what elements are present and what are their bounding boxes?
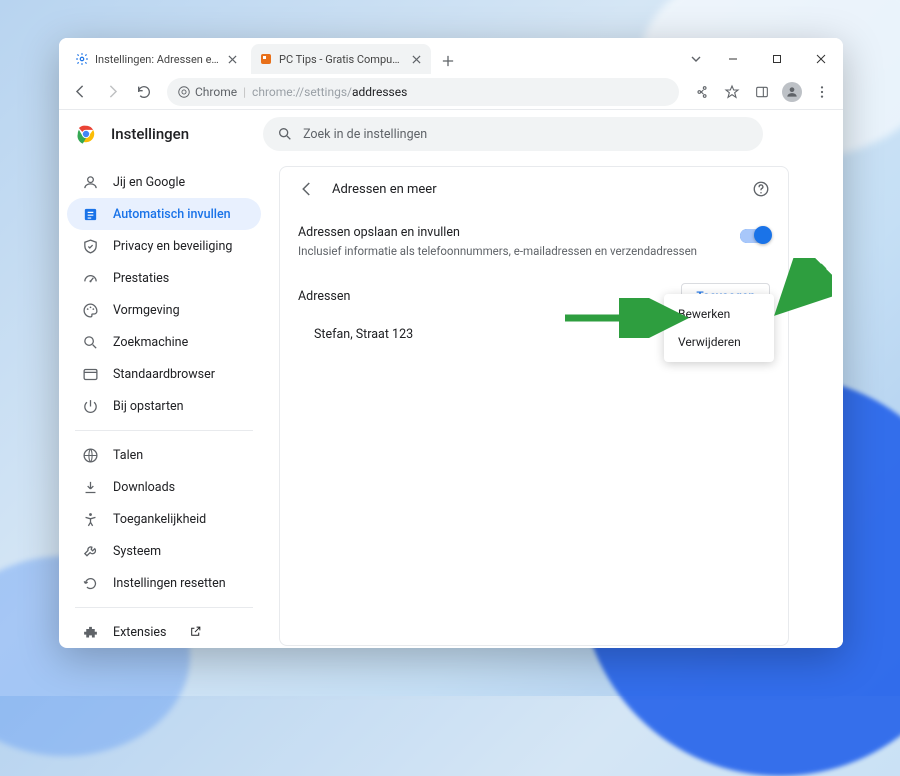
palette-icon xyxy=(81,301,99,319)
sidebar-item-label: Downloads xyxy=(113,480,175,495)
help-icon[interactable] xyxy=(748,176,774,202)
sidebar-item-label: Standaardbrowser xyxy=(113,367,215,382)
sidebar-item-standaardbrowser[interactable]: Standaardbrowser xyxy=(67,358,261,390)
shield-icon xyxy=(81,237,99,255)
sidebar-item-systeem[interactable]: Systeem xyxy=(67,535,261,567)
toolbar: Chrome | chrome://settings/addresses xyxy=(59,74,843,110)
save-fill-subtitle: Inclusief informatie als telefoonnummers… xyxy=(298,243,728,259)
sidebar-item-jij-en-google[interactable]: Jij en Google xyxy=(67,166,261,198)
sidebar-item-label: Extensies xyxy=(113,625,167,640)
minimize-button[interactable] xyxy=(711,44,755,74)
sidebar-item-zoekmachine[interactable]: Zoekmachine xyxy=(67,326,261,358)
address-context-menu: Bewerken Verwijderen xyxy=(664,294,774,362)
close-icon[interactable] xyxy=(225,52,239,66)
titlebar: Instellingen: Adressen en meer PC Tips -… xyxy=(59,38,843,74)
sidebar-item-label: Automatisch invullen xyxy=(113,207,231,222)
reload-button[interactable] xyxy=(129,77,159,107)
browser-icon xyxy=(81,365,99,383)
sidebar-item-label: Talen xyxy=(113,448,143,463)
sidebar-item-label: Prestaties xyxy=(113,271,169,286)
sidebar-item-label: Toegankelijkheid xyxy=(113,512,206,527)
tab-title: Instellingen: Adressen en meer xyxy=(95,53,219,66)
sidebar-item-label: Instellingen resetten xyxy=(113,576,226,591)
menu-icon[interactable] xyxy=(807,77,837,107)
share-icon[interactable] xyxy=(687,77,717,107)
sidebar-item-bij-opstarten[interactable]: Bij opstarten xyxy=(67,390,261,422)
chrome-logo-icon xyxy=(75,123,97,145)
sidebar-item-toegankelijkheid[interactable]: Toegankelijkheid xyxy=(67,503,261,535)
download-icon xyxy=(81,478,99,496)
browser-window: Instellingen: Adressen en meer PC Tips -… xyxy=(59,38,843,648)
save-and-fill-section: Adressen opslaan en invullen Inclusief i… xyxy=(280,211,788,273)
addresses-label: Adressen xyxy=(298,289,681,304)
globe-icon xyxy=(81,446,99,464)
bookmark-icon[interactable] xyxy=(717,77,747,107)
card-header: Adressen en meer xyxy=(280,167,788,211)
url-text: chrome://settings/addresses xyxy=(252,85,407,99)
settings-title: Instellingen xyxy=(111,125,189,143)
side-panel-icon[interactable] xyxy=(747,77,777,107)
wrench-icon xyxy=(81,542,99,560)
menu-item-delete[interactable]: Verwijderen xyxy=(664,328,774,356)
menu-item-edit[interactable]: Bewerken xyxy=(664,300,774,328)
sidebar-item-label: Jij en Google xyxy=(113,175,185,190)
external-link-icon xyxy=(189,625,203,639)
reset-icon xyxy=(81,574,99,592)
sidebar-item-talen[interactable]: Talen xyxy=(67,439,261,471)
page-title: Adressen en meer xyxy=(332,182,736,197)
settings-card: Adressen en meer Adressen opslaan en inv… xyxy=(279,166,789,646)
forward-button[interactable] xyxy=(97,77,127,107)
new-tab-button[interactable] xyxy=(435,48,461,74)
sidebar-item-automatisch-invullen[interactable]: Automatisch invullen xyxy=(67,198,261,230)
sidebar-item-downloads[interactable]: Downloads xyxy=(67,471,261,503)
autofill-icon xyxy=(81,205,99,223)
sidebar-item-prestaties[interactable]: Prestaties xyxy=(67,262,261,294)
settings-search-input[interactable]: Zoek in de instellingen xyxy=(263,117,763,151)
window-controls xyxy=(681,44,843,74)
sidebar-item-resetten[interactable]: Instellingen resetten xyxy=(67,567,261,599)
chevron-down-icon[interactable] xyxy=(681,53,711,65)
back-arrow-button[interactable] xyxy=(294,176,320,202)
maximize-button[interactable] xyxy=(755,44,799,74)
address-bar[interactable]: Chrome | chrome://settings/addresses xyxy=(167,78,679,106)
sidebar-item-extensies[interactable]: Extensies xyxy=(67,616,261,648)
tab-pctips[interactable]: PC Tips - Gratis Computer Tips. I xyxy=(251,44,431,74)
tab-title: PC Tips - Gratis Computer Tips. I xyxy=(279,53,403,66)
search-icon xyxy=(277,126,293,142)
back-button[interactable] xyxy=(65,77,95,107)
settings-header: Instellingen Zoek in de instellingen xyxy=(59,110,843,158)
gear-icon xyxy=(75,52,89,66)
chrome-chip: Chrome xyxy=(177,85,237,99)
person-icon xyxy=(81,173,99,191)
sidebar-item-privacy[interactable]: Privacy en beveiliging xyxy=(67,230,261,262)
tab-settings[interactable]: Instellingen: Adressen en meer xyxy=(67,44,247,74)
close-window-button[interactable] xyxy=(799,44,843,74)
site-icon xyxy=(259,52,273,66)
settings-sidebar: Jij en Google Automatisch invullen Privacy… xyxy=(59,158,269,648)
settings-body: Jij en Google Automatisch invullen Privacy… xyxy=(59,158,843,648)
sidebar-item-vormgeving[interactable]: Vormgeving xyxy=(67,294,261,326)
sidebar-item-label: Zoekmachine xyxy=(113,335,188,350)
content-area: Adressen en meer Adressen opslaan en inv… xyxy=(269,158,843,648)
extension-icon xyxy=(81,623,99,641)
speed-icon xyxy=(81,269,99,287)
sidebar-separator xyxy=(75,430,253,431)
sidebar-separator xyxy=(75,607,253,608)
profile-avatar[interactable] xyxy=(777,77,807,107)
close-icon[interactable] xyxy=(409,52,423,66)
power-icon xyxy=(81,397,99,415)
accessibility-icon xyxy=(81,510,99,528)
sidebar-item-label: Vormgeving xyxy=(113,303,180,318)
save-fill-title: Adressen opslaan en invullen xyxy=(298,225,728,240)
search-icon xyxy=(81,333,99,351)
sidebar-item-label: Bij opstarten xyxy=(113,399,184,414)
sidebar-item-label: Systeem xyxy=(113,544,161,559)
sidebar-item-label: Privacy en beveiliging xyxy=(113,239,232,254)
tab-strip: Instellingen: Adressen en meer PC Tips -… xyxy=(59,38,681,74)
save-fill-toggle[interactable] xyxy=(740,229,770,243)
